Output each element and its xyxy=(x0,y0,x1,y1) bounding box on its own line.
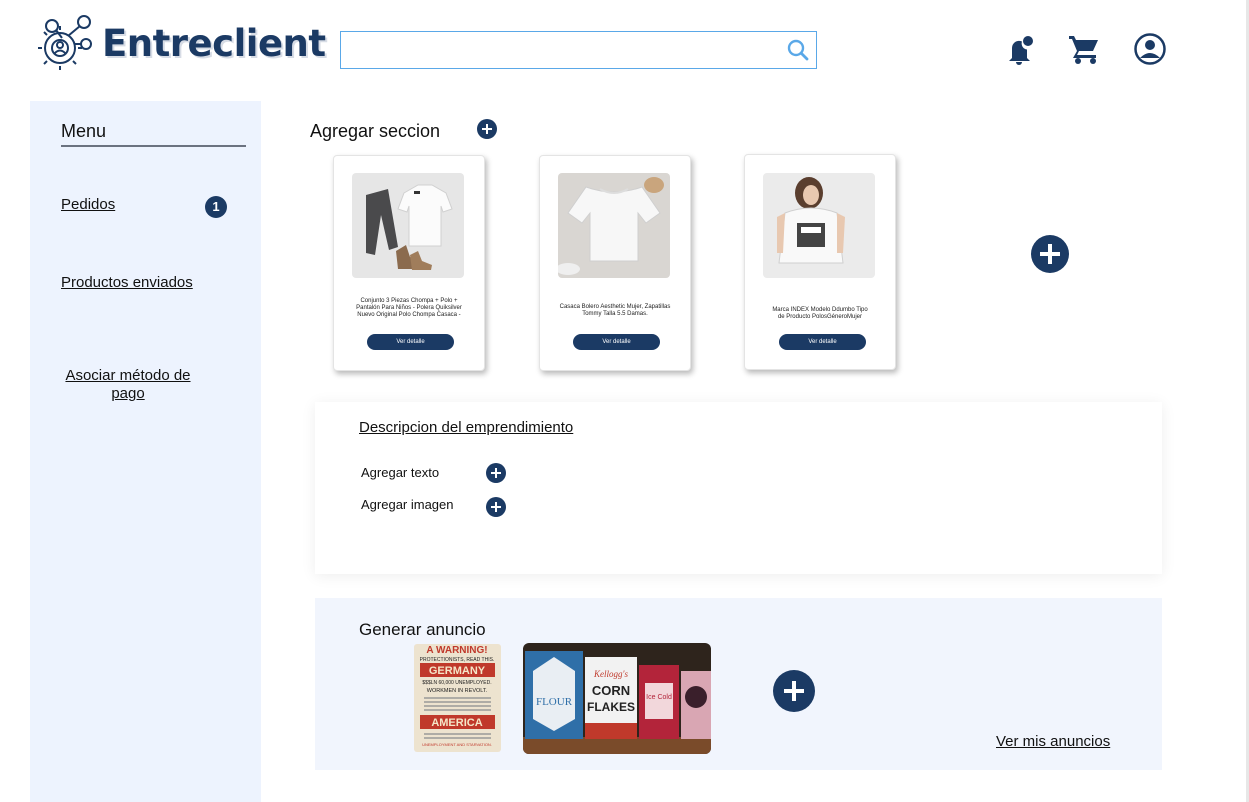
product-card: Conjunto 3 Piezas Chompa + Polo + Pantal… xyxy=(333,155,485,371)
product-image-kids-outfit xyxy=(352,173,464,278)
search-input[interactable] xyxy=(341,32,771,66)
ver-detalle-button[interactable]: Ver detalle xyxy=(573,334,660,350)
description-title[interactable]: Descripcion del emprendimiento xyxy=(359,419,573,436)
poster-line-3: $$$LN 60,000 UNEMPLOYED. xyxy=(422,680,491,686)
product-description: Casaca Bolero Aesthetic Mujer, Zapatilla… xyxy=(559,304,671,317)
menu-title: Menu xyxy=(61,121,107,141)
logo-text: Entreclient xyxy=(102,21,326,65)
poster-america: AMERICA xyxy=(431,717,482,729)
tin-flour-label: FLOUR xyxy=(536,696,573,708)
page: Entreclient Menu Pedidos 1 Productos env… xyxy=(0,0,1249,802)
poster-line-4: WORKMEN IN REVOLT. xyxy=(427,688,488,694)
product-description: Marca INDEX Modelo Ddumbo Tipo de Produc… xyxy=(772,307,868,320)
ver-detalle-button[interactable]: Ver detalle xyxy=(367,334,454,350)
search-bar[interactable] xyxy=(340,31,817,69)
ad-image-vintage-tins[interactable]: FLOUR Kellogg's CORN FLAKES Ice Cold xyxy=(523,643,711,754)
product-card: Marca INDEX Modelo Ddumbo Tipo de Produc… xyxy=(744,154,896,370)
add-image-button[interactable] xyxy=(486,497,506,517)
product-image-white-sweatshirt xyxy=(558,173,670,278)
add-ad-button[interactable] xyxy=(773,670,815,712)
sidebar-item-asociar-metodo-pago[interactable]: Asociar método de pago xyxy=(55,367,201,403)
sidebar-item-pedidos[interactable]: Pedidos xyxy=(61,196,115,213)
logo[interactable]: Entreclient xyxy=(36,12,326,74)
poster-subline: PROTECTIONISTS, READ THIS. xyxy=(420,657,495,663)
ads-title: Generar anuncio xyxy=(359,620,486,639)
ads-panel: Generar anuncio A WARNING! PROTECTIONIST… xyxy=(315,598,1162,770)
sidebar-item-productos-enviados[interactable]: Productos enviados xyxy=(61,274,193,291)
poster-headline: A WARNING! xyxy=(426,645,487,656)
view-my-ads-link[interactable]: Ver mis anuncios xyxy=(996,733,1110,750)
product-image-woman-tshirt xyxy=(763,173,875,278)
shopping-cart-icon[interactable] xyxy=(1067,32,1101,66)
section-title: Agregar seccion xyxy=(310,121,441,141)
add-product-button[interactable] xyxy=(1031,235,1069,273)
product-description: Conjunto 3 Piezas Chompa + Polo + Pantal… xyxy=(356,298,462,318)
tin-flakes-label: FLAKES xyxy=(587,700,635,714)
tin-corn-label: CORN xyxy=(592,683,630,698)
ad-image-warning-poster[interactable]: A WARNING! PROTECTIONISTS, READ THIS. GE… xyxy=(414,644,501,752)
tin-kelloggs-label: Kellogg's xyxy=(593,669,628,679)
product-card: Casaca Bolero Aesthetic Mujer, Zapatilla… xyxy=(539,155,691,371)
user-account-icon[interactable] xyxy=(1133,32,1167,66)
ver-detalle-button[interactable]: Ver detalle xyxy=(779,334,866,350)
tin-ice-cold-label: Ice Cold xyxy=(646,694,672,701)
pedidos-count-badge: 1 xyxy=(205,196,227,218)
add-image-label: Agregar imagen xyxy=(361,497,454,512)
description-panel: Descripcion del emprendimiento Agregar t… xyxy=(315,402,1162,574)
add-section-button[interactable] xyxy=(477,119,497,139)
poster-line-6: UNEMPLOYMENT AND STARVATION. xyxy=(422,742,492,747)
menu-divider xyxy=(61,145,246,147)
search-icon[interactable] xyxy=(786,38,810,62)
add-text-button[interactable] xyxy=(486,463,506,483)
add-text-label: Agregar texto xyxy=(361,465,440,480)
poster-germany: GERMANY xyxy=(429,665,486,677)
logo-gear-people-icon xyxy=(38,15,92,70)
notification-bell-icon[interactable] xyxy=(1002,32,1036,66)
sidebar: Menu Pedidos 1 Productos enviados Asocia… xyxy=(30,101,261,802)
